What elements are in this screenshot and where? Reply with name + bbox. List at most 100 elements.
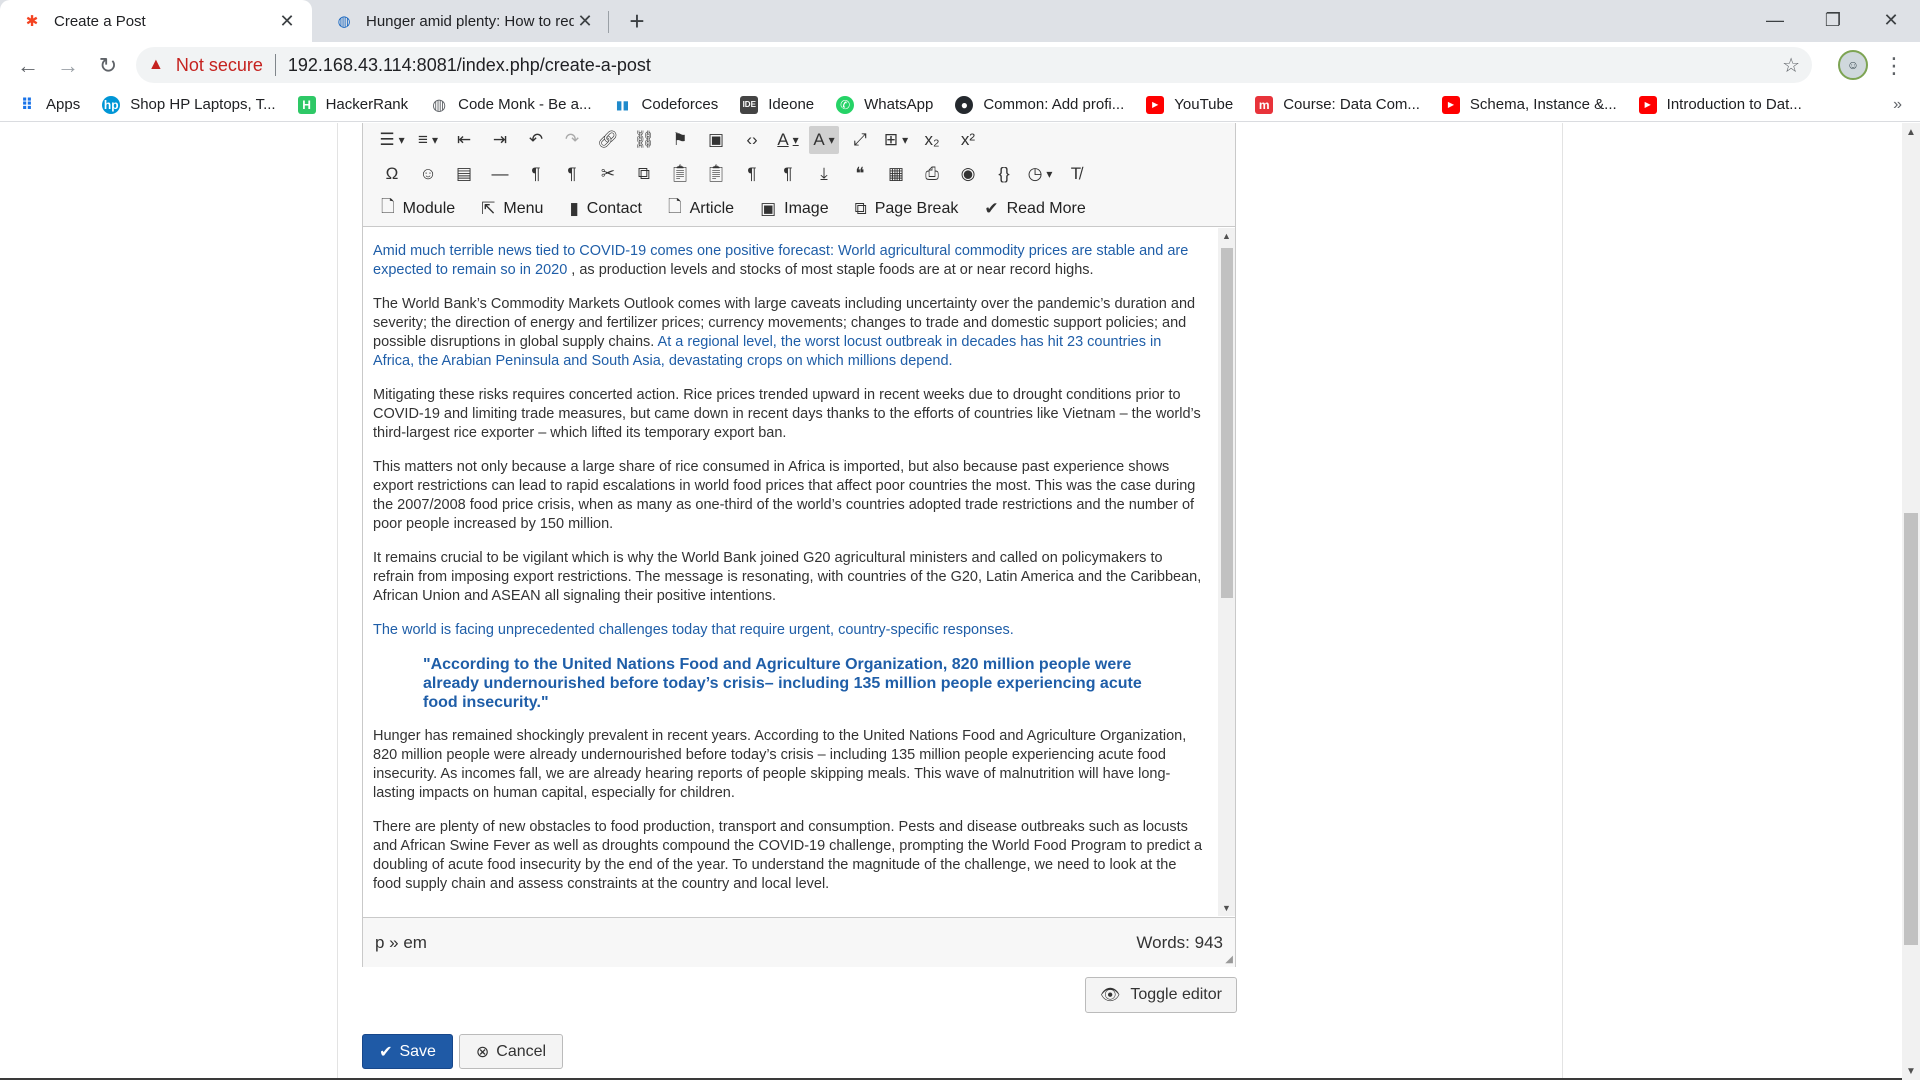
- reload-icon[interactable]: ↻: [92, 50, 124, 82]
- page-break-button[interactable]: ⧉ Page Break: [851, 193, 963, 225]
- clear-format-icon[interactable]: T̸: [1061, 160, 1091, 188]
- fullscreen-icon[interactable]: ⤢: [845, 126, 875, 154]
- bookmark-star-icon[interactable]: ☆: [1782, 53, 1800, 78]
- read-more-button[interactable]: ✔ Read More: [980, 193, 1089, 225]
- menu-button[interactable]: ⇱ Menu: [477, 193, 547, 225]
- restore-button[interactable]: ❐: [1806, 0, 1860, 40]
- article-button[interactable]: 🗋︎ Article: [664, 193, 738, 225]
- minimize-button[interactable]: —: [1748, 0, 1802, 40]
- button-label: Image: [784, 199, 829, 217]
- blockquote: "According to the United Nations Food an…: [423, 656, 1142, 711]
- close-tab-icon[interactable]: ✕: [574, 10, 596, 32]
- code-icon[interactable]: ‹›: [737, 126, 767, 154]
- url-text[interactable]: 192.168.43.114:8081/index.php/create-a-p…: [288, 55, 651, 76]
- bookmark-hackerrank[interactable]: H HackerRank: [297, 95, 408, 114]
- bookmark-youtube[interactable]: ▶ YouTube: [1146, 95, 1233, 114]
- bookmark-schema[interactable]: ▶ Schema, Instance &...: [1441, 95, 1617, 114]
- browser-menu-icon[interactable]: ⋮: [1880, 50, 1908, 82]
- more-bookmarks-icon[interactable]: »: [1893, 96, 1902, 114]
- paste-text-icon[interactable]: 📋︎: [701, 160, 731, 188]
- scrollbar-thumb[interactable]: [1221, 248, 1233, 598]
- emoticon-icon[interactable]: ☺: [413, 160, 443, 188]
- unlink-icon[interactable]: ⛓: [629, 126, 659, 154]
- close-tab-icon[interactable]: ✕: [276, 10, 298, 32]
- scroll-up-icon[interactable]: ▲: [1218, 228, 1235, 244]
- contact-button[interactable]: ▮ Contact: [565, 193, 646, 225]
- button-label: Page Break: [874, 199, 959, 217]
- close-window-button[interactable]: ✕: [1864, 0, 1918, 40]
- cancel-button[interactable]: ⊗ Cancel: [459, 1034, 563, 1069]
- scroll-up-icon[interactable]: ▲: [1902, 123, 1920, 141]
- scroll-down-icon[interactable]: ▼: [1902, 1062, 1920, 1080]
- text-color-icon[interactable]: A: [773, 126, 803, 154]
- bookmark-codeforces[interactable]: ▮▮ Codeforces: [614, 96, 718, 114]
- paragraph-8: There are plenty of new obstacles to foo…: [373, 819, 1203, 892]
- paragraph-icon[interactable]: ¶: [737, 160, 767, 188]
- template-icon[interactable]: ▦: [881, 160, 911, 188]
- bookmark-hp[interactable]: hp Shop HP Laptops, T...: [102, 95, 276, 114]
- hackerrank-icon: H: [297, 95, 316, 114]
- cut-icon[interactable]: ✂: [593, 160, 623, 188]
- table-icon[interactable]: ⊞: [881, 126, 911, 154]
- address-bar[interactable]: ▲ Not secure 192.168.43.114:8081/index.p…: [136, 47, 1812, 83]
- link-icon[interactable]: 🔗︎: [593, 126, 623, 154]
- back-icon[interactable]: ←: [12, 50, 44, 82]
- paste-icon[interactable]: 📋︎: [665, 160, 695, 188]
- resize-handle-icon[interactable]: ◢: [1225, 954, 1233, 965]
- bullet-list-icon[interactable]: ☰: [377, 126, 407, 154]
- bookmark-course[interactable]: m Course: Data Com...: [1255, 95, 1420, 114]
- share-icon: ⇱: [481, 198, 496, 218]
- bookmark-apps[interactable]: ⠿ Apps: [18, 96, 80, 114]
- scroll-down-icon[interactable]: ▼: [1218, 900, 1235, 916]
- media-icon[interactable]: ▤: [449, 160, 479, 188]
- page-scrollbar[interactable]: ▲ ▼: [1902, 123, 1920, 1080]
- moodle-icon: m: [1255, 95, 1274, 114]
- bookmark-ideone[interactable]: IDE Ideone: [740, 95, 814, 114]
- horizontal-rule-icon[interactable]: —: [485, 160, 515, 188]
- tab-hunger-article[interactable]: ◍ Hunger amid plenty: How to redu ✕: [312, 0, 610, 42]
- bookmark-intro[interactable]: ▶ Introduction to Dat...: [1638, 95, 1802, 114]
- copy-icon[interactable]: ⧉: [629, 160, 659, 188]
- security-label[interactable]: Not secure: [176, 55, 263, 76]
- special-char-icon[interactable]: Ω: [377, 160, 407, 188]
- scrollbar-thumb[interactable]: [1904, 513, 1918, 945]
- image-button[interactable]: ▣ Image: [756, 193, 833, 225]
- close-circle-icon: ⊗: [475, 1043, 490, 1061]
- bookmark-whatsapp[interactable]: ✆ WhatsApp: [836, 95, 933, 114]
- tab-create-a-post[interactable]: ✱ Create a Post ✕: [0, 0, 312, 42]
- forward-icon[interactable]: →: [52, 50, 84, 82]
- new-tab-button[interactable]: +: [622, 6, 652, 36]
- module-button[interactable]: 🗋︎ Module: [377, 193, 459, 225]
- outdent-icon[interactable]: ⇤: [449, 126, 479, 154]
- redo-icon[interactable]: ↷: [557, 126, 587, 154]
- source-code-icon[interactable]: {}: [989, 160, 1019, 188]
- bookmark-github[interactable]: ● Common: Add profi...: [955, 95, 1124, 114]
- bookmark-label: Code Monk - Be a...: [458, 96, 592, 113]
- profile-avatar[interactable]: ☺: [1838, 50, 1868, 80]
- bookmark-codemonk[interactable]: ◍ Code Monk - Be a...: [430, 96, 591, 114]
- background-color-icon[interactable]: A: [809, 126, 839, 154]
- save-button[interactable]: ✔ Save: [362, 1034, 453, 1069]
- toggle-editor-button[interactable]: 👁︎ Toggle editor: [1085, 977, 1237, 1013]
- article-link[interactable]: The world is facing unprecedented challe…: [373, 622, 1014, 638]
- element-path[interactable]: p » em: [375, 933, 427, 953]
- numbered-list-icon[interactable]: ≡: [413, 126, 443, 154]
- subscript-icon[interactable]: x₂: [917, 126, 947, 154]
- show-blocks-icon[interactable]: ¶: [773, 160, 803, 188]
- datetime-icon[interactable]: ◷: [1025, 160, 1055, 188]
- rtl-icon[interactable]: ¶: [557, 160, 587, 188]
- insert-icon[interactable]: ⤓: [809, 160, 839, 188]
- print-icon[interactable]: ⎙: [917, 160, 947, 188]
- indent-icon[interactable]: ⇥: [485, 126, 515, 154]
- image-icon[interactable]: ▣: [701, 126, 731, 154]
- anchor-icon[interactable]: ⚑: [665, 126, 695, 154]
- preview-icon[interactable]: ◉: [953, 160, 983, 188]
- bookmark-label: Apps: [46, 96, 81, 113]
- undo-icon[interactable]: ↶: [521, 126, 551, 154]
- editor-content[interactable]: Amid much terrible news tied to COVID-19…: [363, 228, 1215, 916]
- editor-scrollbar[interactable]: ▲ ▼: [1218, 228, 1235, 916]
- superscript-icon[interactable]: x²: [953, 126, 983, 154]
- blockquote-icon[interactable]: ❝: [845, 160, 875, 188]
- toolbar-row-1: ☰ ≡ ⇤ ⇥ ↶ ↷ 🔗︎ ⛓ ⚑ ▣ ‹› A A ⤢ ⊞ x₂ x²: [363, 123, 1235, 157]
- ltr-icon[interactable]: ¶: [521, 160, 551, 188]
